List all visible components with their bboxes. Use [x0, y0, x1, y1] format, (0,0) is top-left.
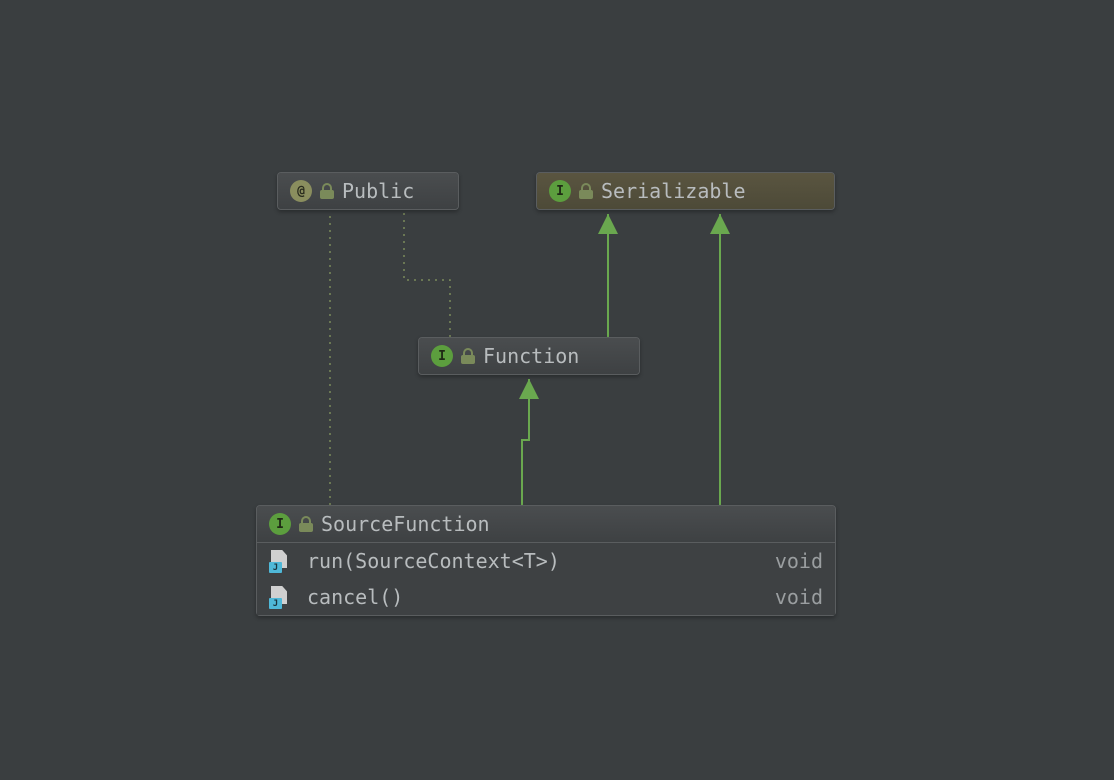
interface-icon: I [431, 345, 453, 367]
node-public[interactable]: @ Public [277, 172, 459, 210]
edge-sourcefunction-function [522, 379, 529, 505]
node-label: Serializable [601, 179, 746, 203]
node-label: Public [342, 179, 414, 203]
connector-layer [0, 0, 1114, 780]
edge-function-public [404, 211, 450, 337]
java-file-icon: J [269, 586, 289, 608]
member-row[interactable]: J run(SourceContext<T>) void [257, 543, 835, 579]
member-list: J run(SourceContext<T>) void J cancel() … [257, 542, 835, 615]
interface-icon: I [549, 180, 571, 202]
member-name: cancel() [307, 585, 763, 609]
lock-icon [299, 516, 313, 532]
annotation-icon: @ [290, 180, 312, 202]
member-row[interactable]: J cancel() void [257, 579, 835, 615]
interface-icon: I [269, 513, 291, 535]
java-file-icon: J [269, 550, 289, 572]
member-type: void [775, 549, 823, 573]
member-name: run(SourceContext<T>) [307, 549, 763, 573]
lock-icon [461, 348, 475, 364]
lock-icon [320, 183, 334, 199]
node-function[interactable]: I Function [418, 337, 640, 375]
node-serializable[interactable]: I Serializable [536, 172, 835, 210]
node-sourcefunction[interactable]: I SourceFunction J run(SourceContext<T>)… [256, 505, 836, 616]
member-type: void [775, 585, 823, 609]
lock-icon [579, 183, 593, 199]
node-label: Function [483, 344, 579, 368]
node-label: SourceFunction [321, 512, 490, 536]
